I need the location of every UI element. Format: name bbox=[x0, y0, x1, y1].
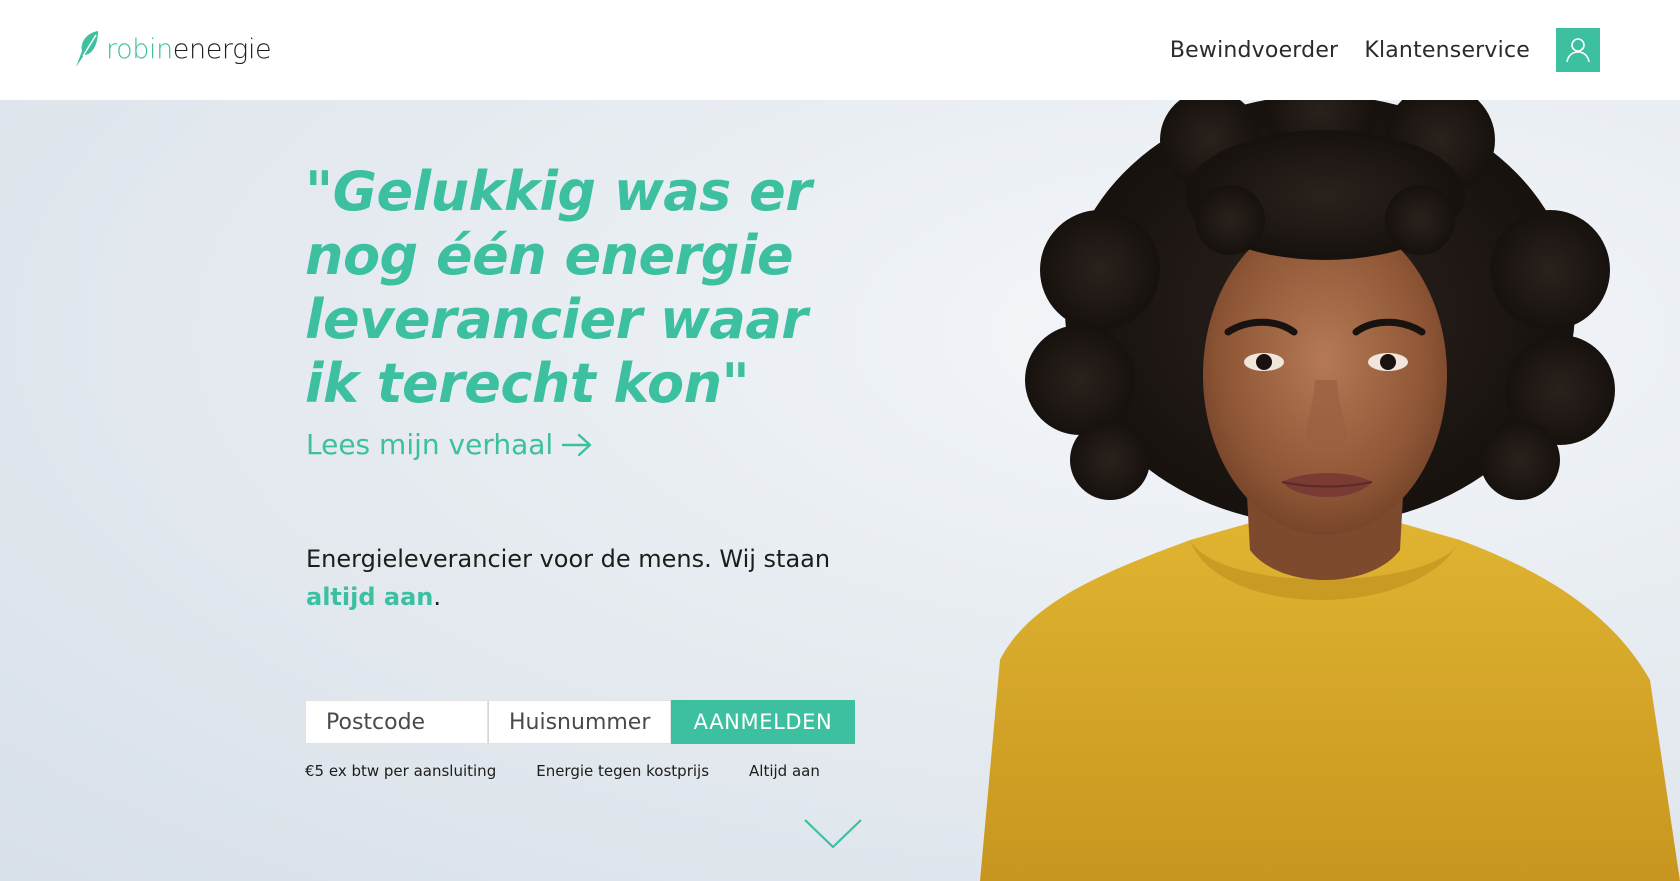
hero-quote: "Gelukkig was er nog één energie leveran… bbox=[305, 160, 812, 415]
tagline-accent: altijd aan bbox=[306, 583, 434, 611]
usp-item: Energie tegen kostprijs bbox=[536, 762, 710, 780]
logo-text: robinenergie bbox=[106, 33, 272, 65]
logo-text-robin: robin bbox=[106, 33, 173, 65]
chevron-down-icon bbox=[804, 819, 862, 849]
tagline-period: . bbox=[433, 583, 441, 611]
logo[interactable]: robinenergie bbox=[72, 26, 272, 72]
signup-form: AANMELDEN bbox=[305, 700, 855, 744]
account-button[interactable] bbox=[1556, 28, 1600, 72]
read-story-label: Lees mijn verhaal bbox=[306, 428, 554, 461]
usp-item: Altijd aan bbox=[749, 762, 820, 780]
hero-section: "Gelukkig was er nog één energie leveran… bbox=[0, 100, 1680, 881]
signup-button[interactable]: AANMELDEN bbox=[671, 700, 855, 744]
nav-link-bewindvoerder[interactable]: Bewindvoerder bbox=[1170, 38, 1338, 63]
portrait-image bbox=[980, 100, 1680, 881]
hero-tagline: Energieleverancier voor de mens. Wij sta… bbox=[306, 540, 866, 616]
scroll-down-button[interactable] bbox=[803, 817, 863, 853]
housenumber-input[interactable] bbox=[488, 700, 671, 744]
postcode-input[interactable] bbox=[305, 700, 488, 744]
logo-text-energie: energie bbox=[172, 33, 272, 65]
feather-bolt-icon bbox=[76, 31, 98, 67]
usp-list: €5 ex btw per aansluiting Energie tegen … bbox=[305, 762, 860, 780]
site-header: robinenergie Bewindvoerder Klantenservic… bbox=[0, 0, 1680, 100]
arrow-right-icon bbox=[561, 432, 593, 458]
main-nav: Bewindvoerder Klantenservice bbox=[1170, 28, 1600, 72]
usp-item: €5 ex btw per aansluiting bbox=[305, 762, 497, 780]
read-story-link[interactable]: Lees mijn verhaal bbox=[306, 428, 593, 461]
user-icon bbox=[1566, 38, 1590, 63]
tagline-text: Energieleverancier voor de mens. Wij sta… bbox=[306, 545, 831, 573]
nav-link-klantenservice[interactable]: Klantenservice bbox=[1364, 38, 1530, 63]
